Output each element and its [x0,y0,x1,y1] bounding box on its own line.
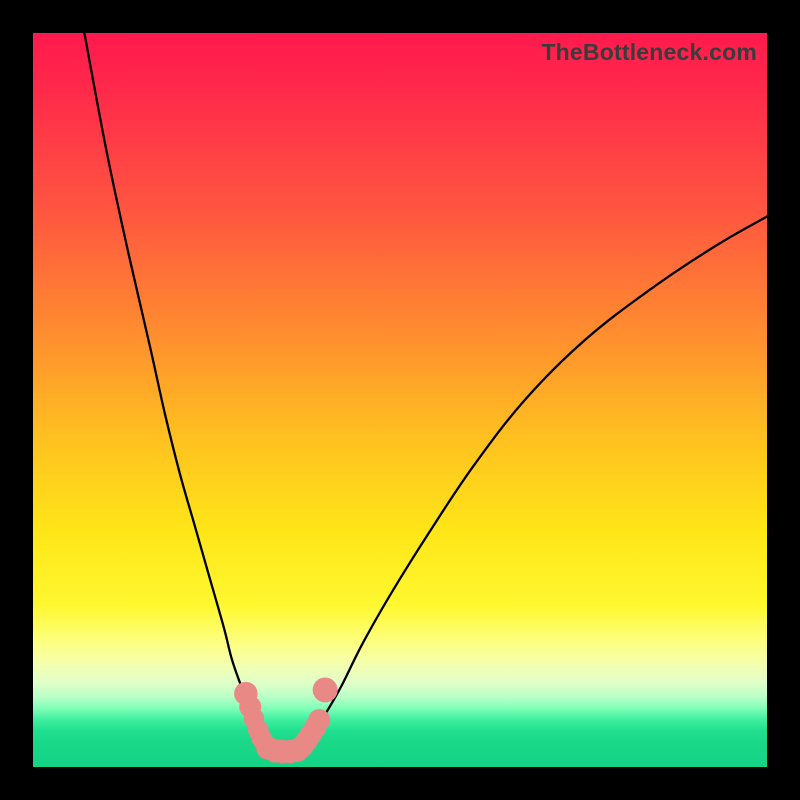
data-marker [308,709,330,731]
chart-svg [33,33,767,767]
chart-plot-area: TheBottleneck.com [33,33,767,767]
curve-left-branch [84,33,262,739]
curve-layer [84,33,767,752]
data-marker [313,677,338,702]
chart-frame: TheBottleneck.com [0,0,800,800]
marker-layer [234,677,337,763]
curve-right-branch [297,217,767,751]
